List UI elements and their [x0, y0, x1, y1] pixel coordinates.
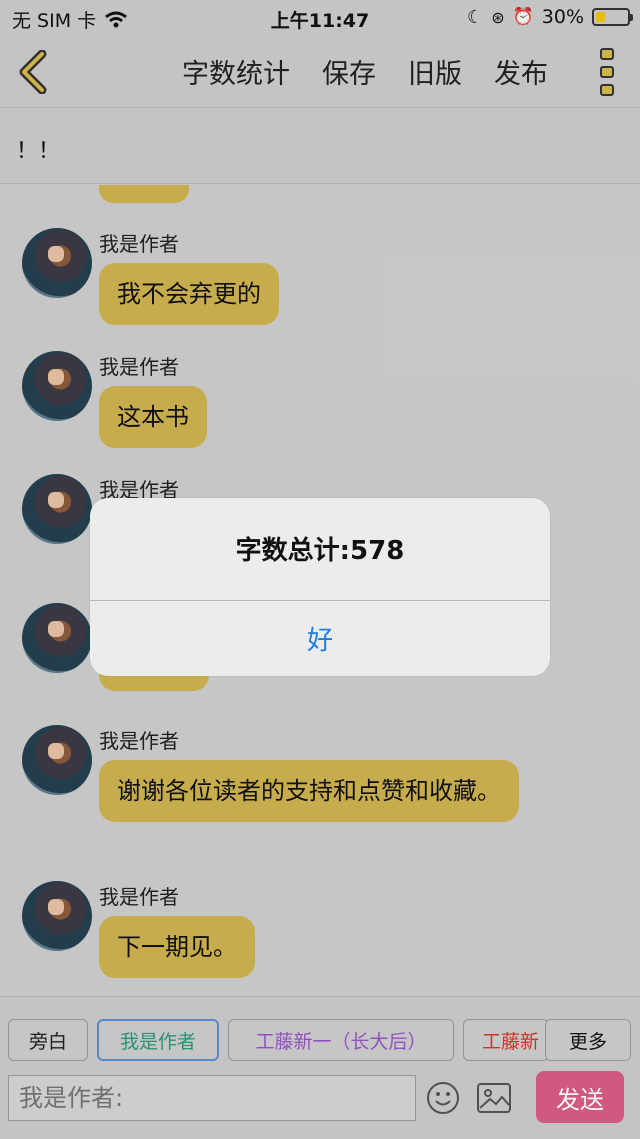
dialog-title: 字数总计:578 [235, 536, 405, 566]
dialog-ok-button[interactable]: 好 [90, 601, 550, 676]
alert-dialog: 字数总计:578 好 [90, 498, 550, 676]
